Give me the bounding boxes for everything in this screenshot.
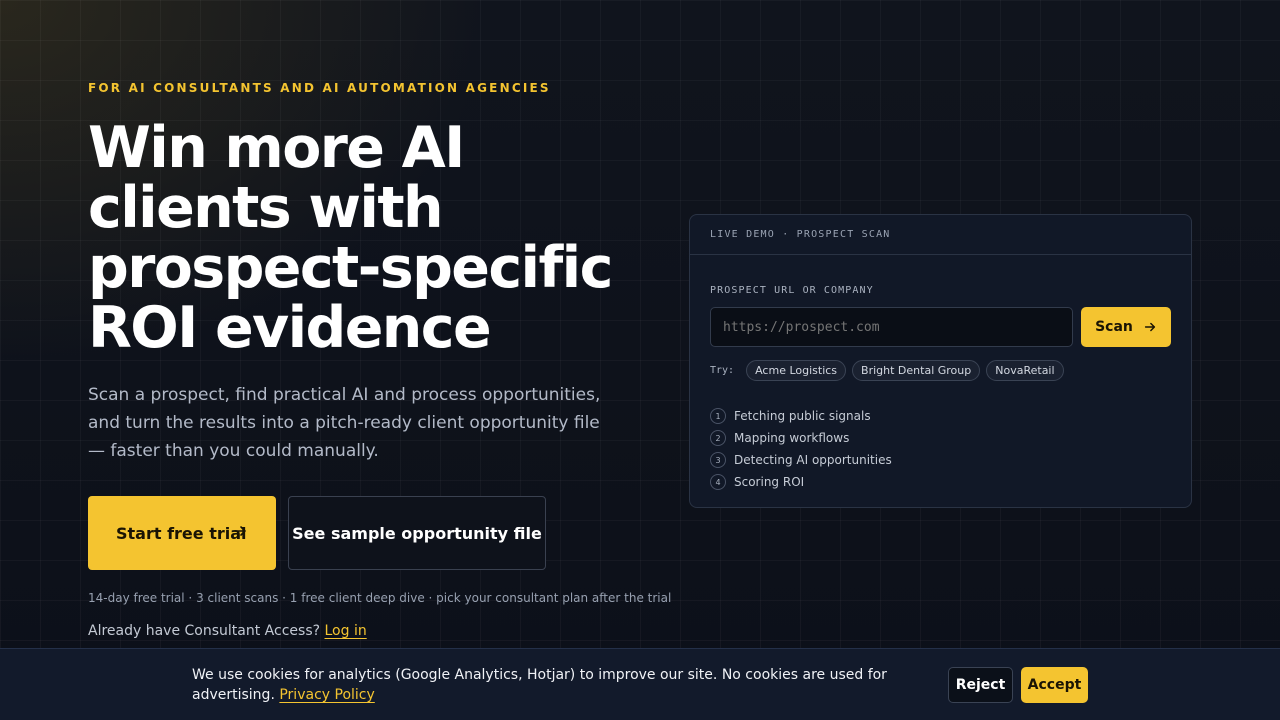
scan-step: 1 Fetching public signals [710, 405, 892, 427]
scan-step: 3 Detecting AI opportunities [710, 449, 892, 471]
hero-subheadline: Scan a prospect, find practical AI and p… [88, 385, 601, 461]
login-prompt: Already have Consultant Access? Log in [88, 623, 367, 639]
demo-card-header: LIVE DEMO · PROSPECT SCAN [690, 215, 1191, 255]
hero-eyebrow: FOR AI CONSULTANTS AND AI AUTOMATION AGE… [88, 81, 551, 95]
step-label: Fetching public signals [734, 409, 871, 423]
hero-headline: Win more AI clients with prospect-specif… [88, 115, 613, 361]
step-number: 1 [710, 408, 726, 424]
example-chip-acme[interactable]: Acme Logistics [746, 360, 847, 381]
arrow-right-icon [1144, 322, 1156, 332]
start-free-trial-button[interactable]: Start free trial [88, 496, 276, 570]
step-number: 4 [710, 474, 726, 490]
accept-cookies-button[interactable]: Accept [1021, 667, 1088, 703]
try-label: Try: [710, 365, 735, 376]
scan-button-label: Scan [1095, 319, 1133, 335]
example-prospects: Try: Acme Logistics Bright Dental Group … [710, 360, 1064, 381]
arrow-right-icon [234, 526, 246, 536]
step-number: 2 [710, 430, 726, 446]
example-chip-bright-dental[interactable]: Bright Dental Group [852, 360, 981, 381]
step-label: Scoring ROI [734, 475, 805, 489]
cookie-message: We use cookies for analytics (Google Ana… [192, 665, 932, 705]
cookie-banner: We use cookies for analytics (Google Ana… [0, 648, 1280, 720]
prospect-field-label: PROSPECT URL OR COMPANY [710, 285, 874, 296]
trial-fineprint: 14-day free trial · 3 client scans · 1 f… [88, 591, 672, 605]
scan-button[interactable]: Scan [1081, 307, 1171, 347]
privacy-policy-link[interactable]: Privacy Policy [279, 687, 374, 703]
reject-cookies-button[interactable]: Reject [948, 667, 1013, 703]
login-prompt-text: Already have Consultant Access? [88, 623, 321, 639]
step-label: Mapping workflows [734, 431, 850, 445]
scan-step: 4 Scoring ROI [710, 471, 892, 493]
scan-steps: 1 Fetching public signals 2 Mapping work… [710, 405, 892, 493]
example-chip-novaretail[interactable]: NovaRetail [986, 360, 1064, 381]
live-demo-card: LIVE DEMO · PROSPECT SCAN PROSPECT URL O… [689, 214, 1192, 508]
see-sample-file-button[interactable]: See sample opportunity file [288, 496, 546, 570]
login-link[interactable]: Log in [325, 623, 367, 639]
start-free-trial-label: Start free trial [116, 523, 247, 543]
scan-step: 2 Mapping workflows [710, 427, 892, 449]
prospect-url-input[interactable] [710, 307, 1073, 347]
step-number: 3 [710, 452, 726, 468]
step-label: Detecting AI opportunities [734, 453, 892, 467]
